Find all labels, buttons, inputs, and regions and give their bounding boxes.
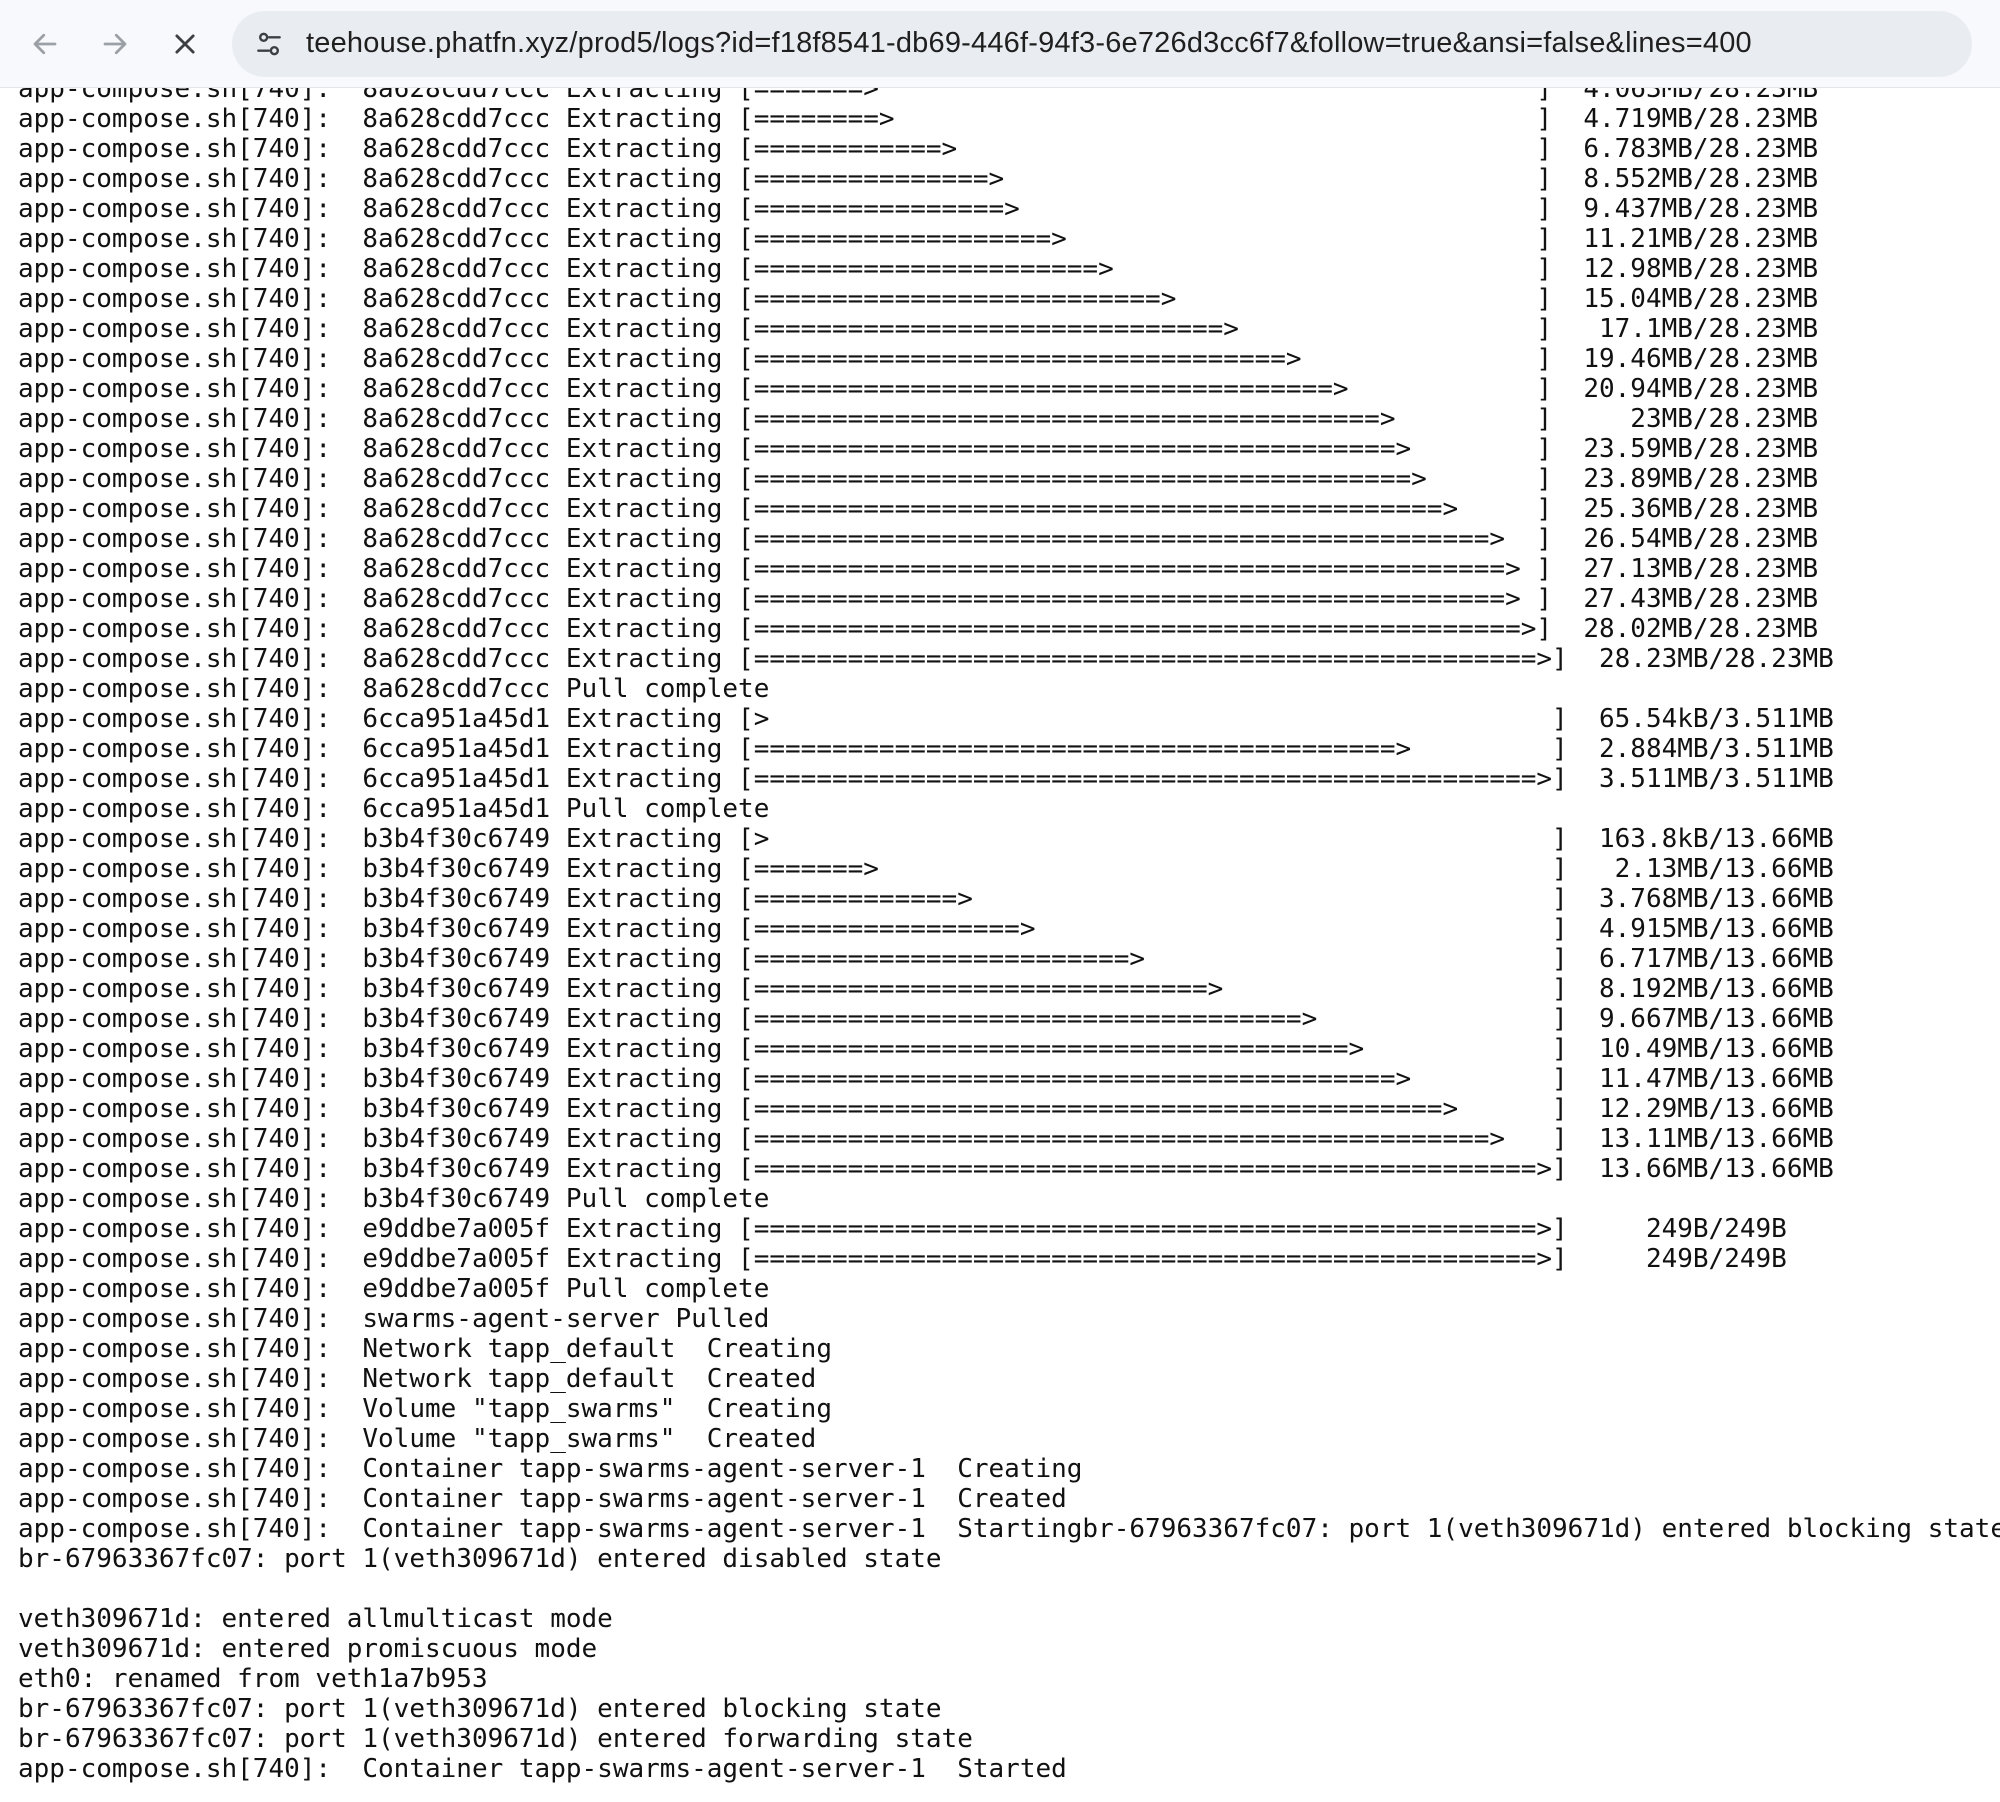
log-line: br-67963367fc07: port 1(veth309671d) ent… [18, 1544, 942, 1574]
log-line: app-compose.sh[740]: Network tapp_defaul… [18, 1334, 832, 1364]
log-line: app-compose.sh[740]: b3b4f30c6749 Extrac… [18, 944, 1834, 974]
log-line: app-compose.sh[740]: 8a628cdd7ccc Extrac… [18, 644, 1834, 674]
log-line: app-compose.sh[740]: 8a628cdd7ccc Extrac… [18, 374, 1819, 404]
log-line: app-compose.sh[740]: b3b4f30c6749 Extrac… [18, 1064, 1834, 1094]
log-output: app-compose.sh[740]: 8a628cdd7ccc Extrac… [0, 74, 2000, 1802]
log-line: app-compose.sh[740]: 8a628cdd7ccc Extrac… [18, 134, 1819, 164]
log-line: app-compose.sh[740]: 8a628cdd7ccc Extrac… [18, 614, 1819, 644]
log-line: app-compose.sh[740]: 8a628cdd7ccc Extrac… [18, 584, 1819, 614]
arrow-right-icon [100, 29, 130, 59]
log-line: app-compose.sh[740]: 8a628cdd7ccc Extrac… [18, 404, 1819, 434]
log-line: app-compose.sh[740]: Volume "tapp_swarms… [18, 1424, 817, 1454]
log-line: app-compose.sh[740]: 8a628cdd7ccc Extrac… [18, 104, 1819, 134]
log-line: app-compose.sh[740]: e9ddbe7a005f Extrac… [18, 1214, 1787, 1244]
log-line: app-compose.sh[740]: 8a628cdd7ccc Extrac… [18, 464, 1819, 494]
log-line: eth0: renamed from veth1a7b953 [18, 1664, 488, 1694]
log-line: app-compose.sh[740]: 8a628cdd7ccc Extrac… [18, 344, 1819, 374]
log-line: app-compose.sh[740]: 6cca951a45d1 Extrac… [18, 734, 1834, 764]
log-line: app-compose.sh[740]: Container tapp-swar… [18, 1514, 2000, 1544]
log-line: app-compose.sh[740]: b3b4f30c6749 Extrac… [18, 1004, 1834, 1034]
log-line: app-compose.sh[740]: Container tapp-swar… [18, 1754, 1067, 1784]
log-line: veth309671d: entered allmulticast mode [18, 1604, 613, 1634]
log-line: app-compose.sh[740]: 8a628cdd7ccc Extrac… [18, 194, 1819, 224]
log-line: app-compose.sh[740]: e9ddbe7a005f Extrac… [18, 1244, 1787, 1274]
log-line: app-compose.sh[740]: b3b4f30c6749 Extrac… [18, 1124, 1834, 1154]
log-line: app-compose.sh[740]: 8a628cdd7ccc Extrac… [18, 494, 1819, 524]
forward-button[interactable] [90, 19, 140, 69]
log-line: app-compose.sh[740]: 8a628cdd7ccc Extrac… [18, 554, 1819, 584]
log-line: app-compose.sh[740]: 6cca951a45d1 Pull c… [18, 794, 770, 824]
close-icon [171, 30, 199, 58]
log-line: app-compose.sh[740]: 8a628cdd7ccc Extrac… [18, 164, 1819, 194]
address-bar[interactable]: teehouse.phatfn.xyz/prod5/logs?id=f18f85… [232, 10, 1972, 77]
log-line: br-67963367fc07: port 1(veth309671d) ent… [18, 1724, 973, 1754]
log-line: app-compose.sh[740]: b3b4f30c6749 Extrac… [18, 1154, 1834, 1184]
arrow-left-icon [30, 29, 60, 59]
log-line: app-compose.sh[740]: 8a628cdd7ccc Extrac… [18, 524, 1819, 554]
log-line: app-compose.sh[740]: b3b4f30c6749 Extrac… [18, 854, 1834, 884]
log-line: app-compose.sh[740]: b3b4f30c6749 Pull c… [18, 1184, 770, 1214]
log-line: app-compose.sh[740]: b3b4f30c6749 Extrac… [18, 1034, 1834, 1064]
log-line: app-compose.sh[740]: Container tapp-swar… [18, 1454, 1083, 1484]
log-line: app-compose.sh[740]: 8a628cdd7ccc Extrac… [18, 434, 1819, 464]
log-line: app-compose.sh[740]: b3b4f30c6749 Extrac… [18, 1094, 1834, 1124]
log-line: app-compose.sh[740]: 8a628cdd7ccc Pull c… [18, 674, 770, 704]
log-line: app-compose.sh[740]: b3b4f30c6749 Extrac… [18, 884, 1834, 914]
log-line: app-compose.sh[740]: e9ddbe7a005f Pull c… [18, 1274, 770, 1304]
log-line: app-compose.sh[740]: b3b4f30c6749 Extrac… [18, 914, 1834, 944]
log-line: app-compose.sh[740]: Container tapp-swar… [18, 1484, 1067, 1514]
log-line: app-compose.sh[740]: 8a628cdd7ccc Extrac… [18, 224, 1819, 254]
log-line: app-compose.sh[740]: 8a628cdd7ccc Extrac… [18, 254, 1819, 284]
log-line: br-67963367fc07: port 1(veth309671d) ent… [18, 1694, 942, 1724]
tune-icon[interactable] [246, 21, 292, 67]
log-line: app-compose.sh[740]: b3b4f30c6749 Extrac… [18, 824, 1834, 854]
log-line: veth309671d: entered promiscuous mode [18, 1634, 598, 1664]
log-line: app-compose.sh[740]: Volume "tapp_swarms… [18, 1394, 832, 1424]
stop-loading-button[interactable] [160, 19, 210, 69]
back-button[interactable] [20, 19, 70, 69]
log-line: app-compose.sh[740]: 8a628cdd7ccc Extrac… [18, 284, 1819, 314]
log-line: app-compose.sh[740]: b3b4f30c6749 Extrac… [18, 974, 1834, 1004]
browser-toolbar: teehouse.phatfn.xyz/prod5/logs?id=f18f85… [0, 0, 2000, 88]
url-text[interactable]: teehouse.phatfn.xyz/prod5/logs?id=f18f85… [306, 27, 1752, 60]
log-line: app-compose.sh[740]: Network tapp_defaul… [18, 1364, 817, 1394]
log-line: app-compose.sh[740]: swarms-agent-server… [18, 1304, 770, 1334]
log-line: app-compose.sh[740]: 6cca951a45d1 Extrac… [18, 704, 1834, 734]
log-line: app-compose.sh[740]: 6cca951a45d1 Extrac… [18, 764, 1834, 794]
log-line: app-compose.sh[740]: 8a628cdd7ccc Extrac… [18, 314, 1819, 344]
